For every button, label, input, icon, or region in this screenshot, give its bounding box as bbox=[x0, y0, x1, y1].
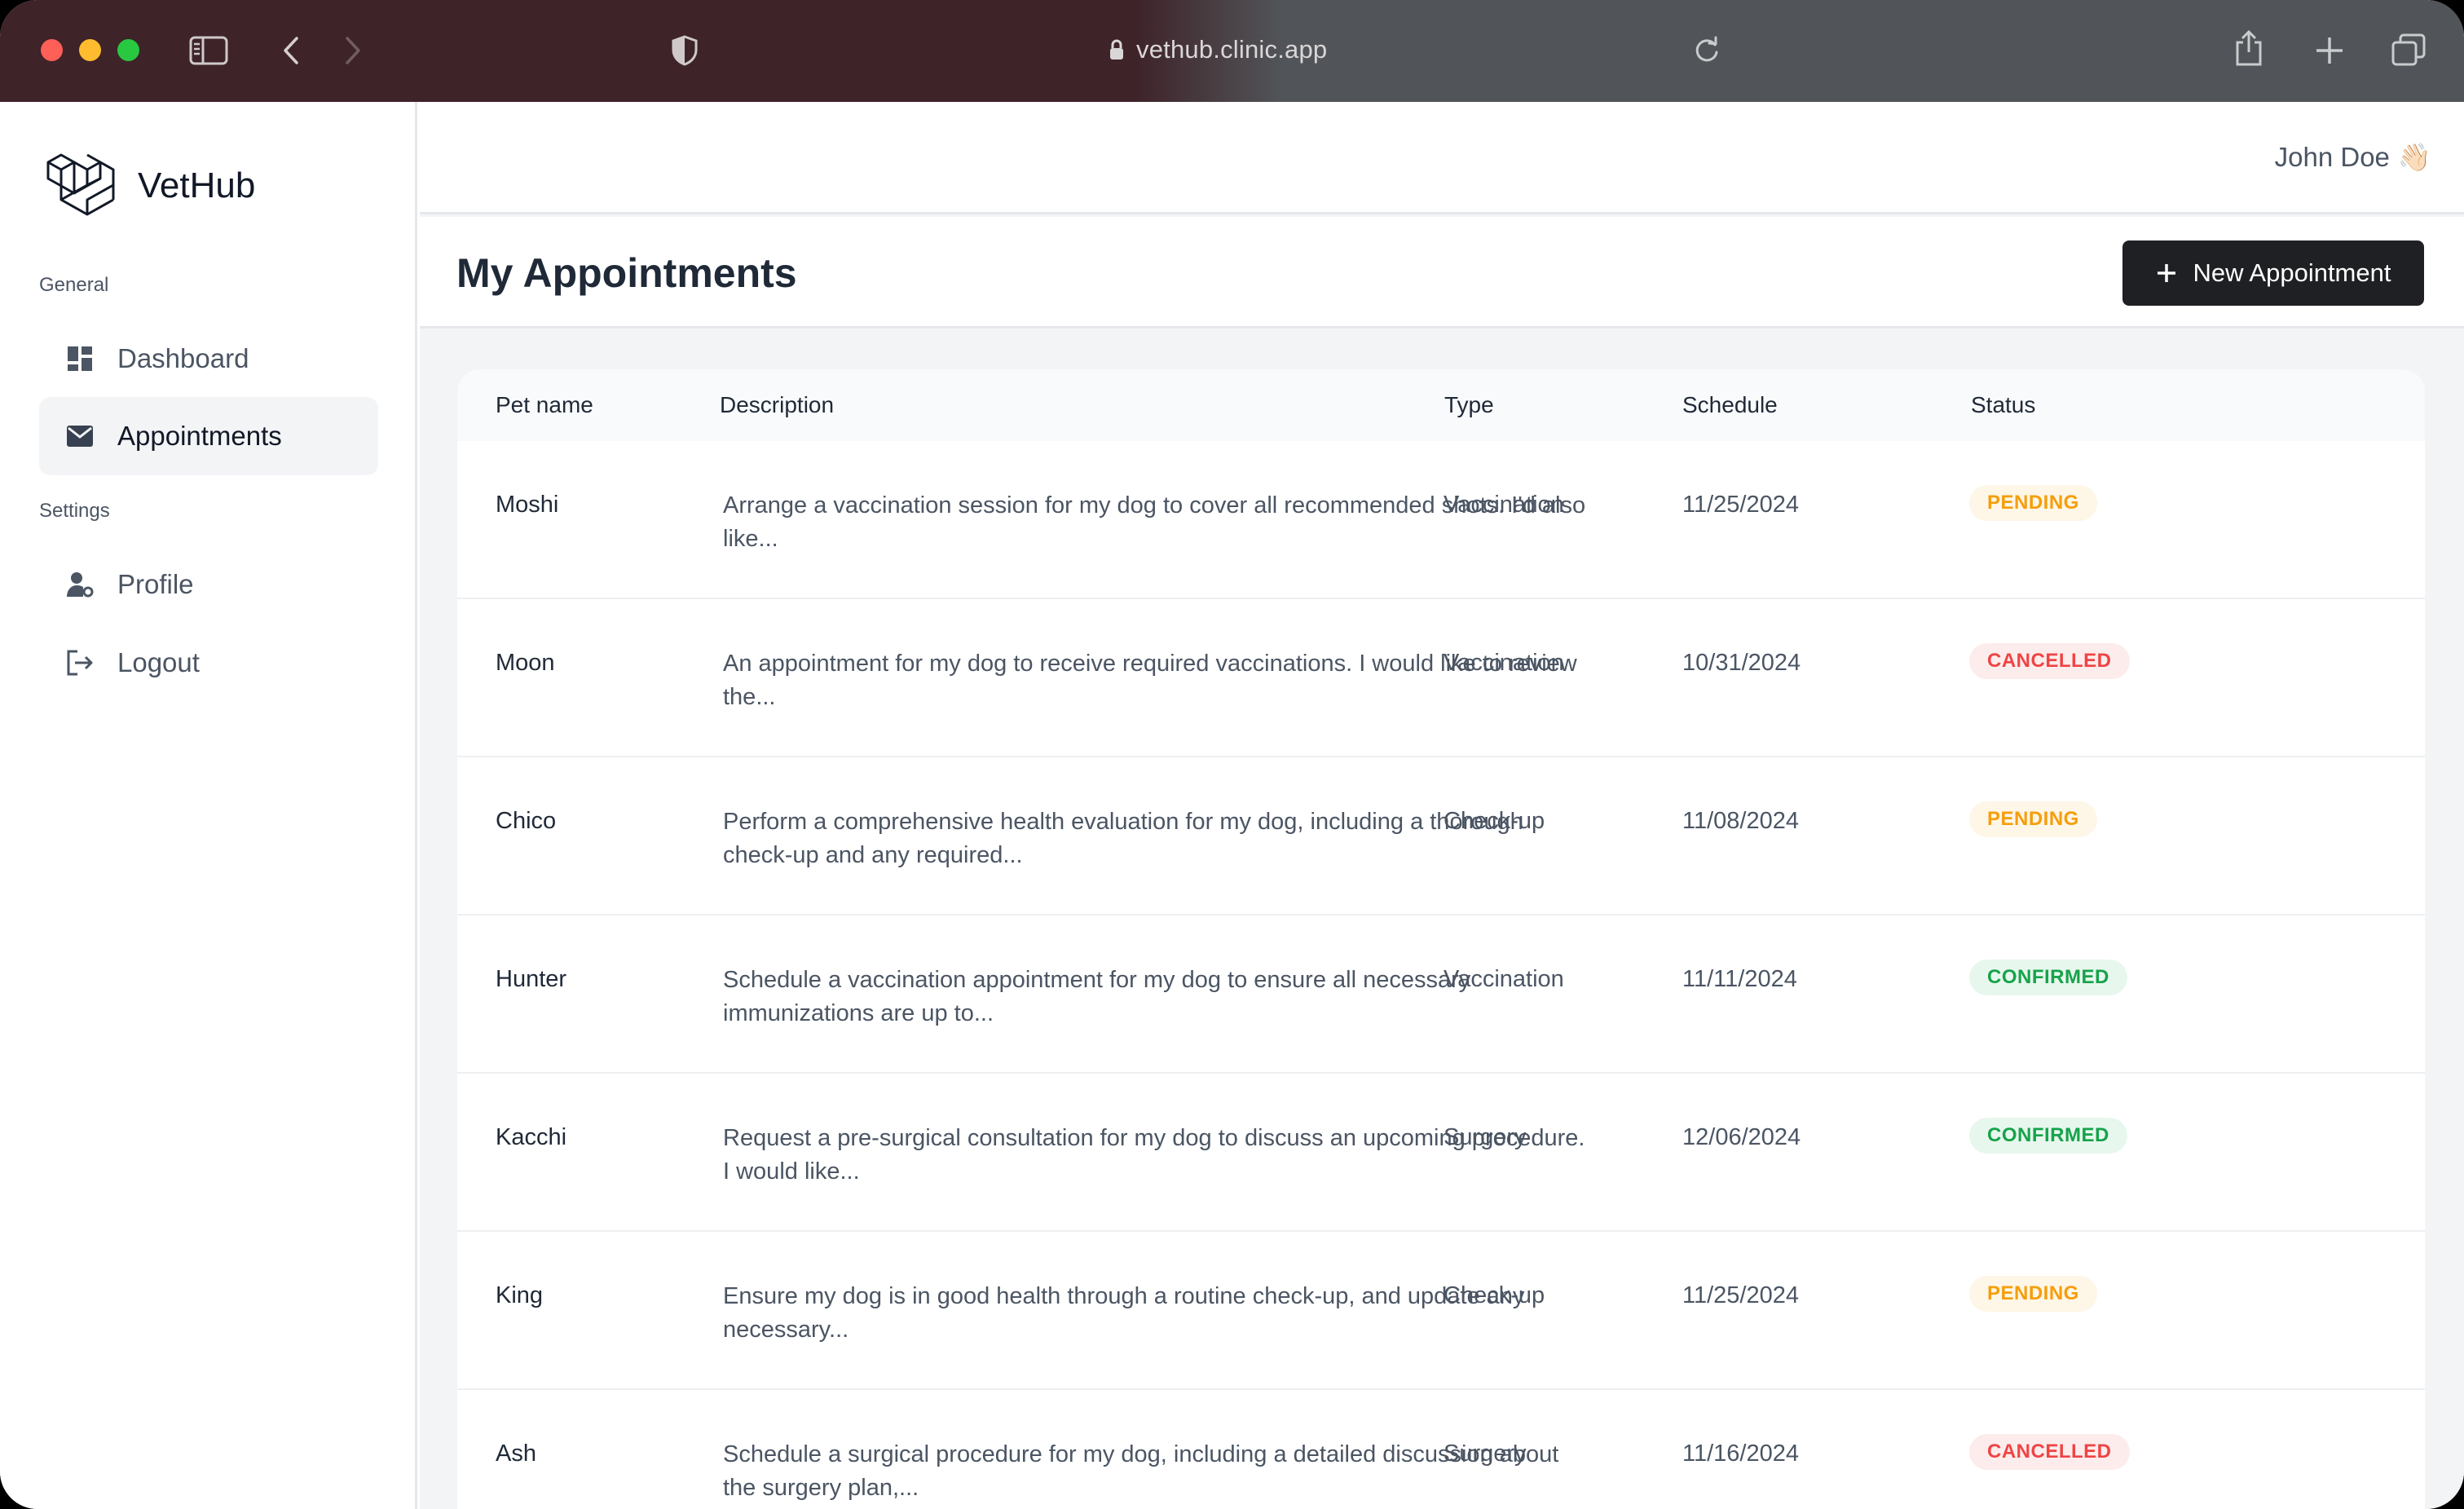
schedule-cell: 11/16/2024 bbox=[1682, 1441, 1799, 1467]
waving-hand-icon: 👋🏻 bbox=[2397, 141, 2431, 173]
sidebar-item-label: Logout bbox=[117, 647, 200, 677]
type-cell: Vaccination bbox=[1444, 650, 1564, 676]
logout-icon bbox=[65, 648, 95, 677]
new-tab-icon[interactable] bbox=[2315, 36, 2344, 65]
reload-icon[interactable] bbox=[1693, 36, 1721, 65]
share-icon[interactable] bbox=[2233, 29, 2264, 67]
new-appointment-label: New Appointment bbox=[2193, 258, 2391, 287]
pet-name-cell: Kacchi bbox=[496, 1124, 567, 1150]
sidebar-item-label: Profile bbox=[117, 569, 194, 599]
table-row[interactable]: King Ensure my dog is in good health thr… bbox=[457, 1232, 2425, 1390]
dashboard-icon bbox=[65, 344, 95, 373]
brand-name: VetHub bbox=[138, 165, 256, 205]
user-name: John Doe bbox=[2274, 142, 2390, 172]
pet-name-cell: Moon bbox=[496, 650, 555, 676]
pet-name-cell: King bbox=[496, 1282, 544, 1308]
lock-icon bbox=[1110, 39, 1123, 60]
sidebar-item-label: Dashboard bbox=[117, 343, 249, 373]
status-badge: CONFIRMED bbox=[1969, 1118, 2127, 1154]
table-row[interactable]: Hunter Schedule a vaccination appointmen… bbox=[457, 916, 2425, 1074]
table-row[interactable]: Moshi Arrange a vaccination session for … bbox=[457, 441, 2425, 599]
schedule-cell: 11/25/2024 bbox=[1682, 492, 1799, 518]
table-header: Pet name Description Type Schedule Statu… bbox=[457, 369, 2425, 441]
url-text: vethub.clinic.app bbox=[1136, 35, 1328, 64]
user-gear-icon bbox=[65, 570, 95, 599]
page-title: My Appointments bbox=[456, 250, 797, 296]
sidebar-item-label: Appointments bbox=[117, 421, 282, 451]
status-badge: PENDING bbox=[1969, 801, 2097, 837]
status-badge: PENDING bbox=[1969, 1276, 2097, 1312]
column-header-pet-name[interactable]: Pet name bbox=[496, 392, 593, 418]
minimize-window-button[interactable] bbox=[79, 39, 101, 61]
column-header-schedule[interactable]: Schedule bbox=[1682, 392, 1778, 418]
page-header: My Appointments New Appointment bbox=[420, 217, 2464, 329]
pet-name-cell: Hunter bbox=[496, 966, 567, 992]
type-cell: Surgery bbox=[1444, 1124, 1527, 1150]
new-appointment-button[interactable]: New Appointment bbox=[2122, 240, 2424, 306]
table-row[interactable]: Kacchi Request a pre-surgical consultati… bbox=[457, 1074, 2425, 1232]
type-cell: Check-up bbox=[1444, 1282, 1545, 1308]
table-row[interactable]: Moon An appointment for my dog to receiv… bbox=[457, 599, 2425, 757]
user-menu[interactable]: John Doe 👋🏻 bbox=[2275, 141, 2431, 174]
pet-name-cell: Chico bbox=[496, 808, 557, 834]
type-cell: Check-up bbox=[1444, 808, 1545, 834]
sidebar: VetHub General Dashboard Appointments Se… bbox=[0, 102, 417, 1509]
address-bar[interactable]: vethub.clinic.app bbox=[1109, 29, 1327, 70]
column-header-status[interactable]: Status bbox=[1971, 392, 2035, 418]
table-row[interactable]: Ash Schedule a surgical procedure for my… bbox=[457, 1390, 2425, 1509]
shield-icon[interactable] bbox=[670, 34, 699, 67]
pet-name-cell: Moshi bbox=[496, 492, 559, 518]
plus-icon bbox=[2157, 264, 2175, 282]
section-label-settings: Settings bbox=[39, 500, 110, 522]
appointments-table: Pet name Description Type Schedule Statu… bbox=[457, 369, 2425, 1509]
forward-arrow-icon[interactable] bbox=[344, 36, 362, 65]
column-header-description[interactable]: Description bbox=[720, 392, 834, 418]
main-content: John Doe 👋🏻 My Appointments New Appointm… bbox=[420, 102, 2464, 1509]
type-cell: Surgery bbox=[1444, 1441, 1527, 1467]
sidebar-toggle-icon[interactable] bbox=[189, 36, 228, 65]
type-cell: Vaccination bbox=[1444, 966, 1564, 992]
sidebar-item-logout[interactable]: Logout bbox=[39, 624, 378, 702]
status-badge: PENDING bbox=[1969, 485, 2097, 521]
sidebar-item-appointments[interactable]: Appointments bbox=[39, 397, 378, 475]
back-arrow-icon[interactable] bbox=[282, 36, 300, 65]
status-badge: CONFIRMED bbox=[1969, 960, 2127, 995]
top-bar: John Doe 👋🏻 bbox=[420, 102, 2464, 214]
status-badge: CANCELLED bbox=[1969, 643, 2130, 679]
browser-toolbar: vethub.clinic.app bbox=[0, 0, 2464, 102]
sidebar-item-dashboard[interactable]: Dashboard bbox=[39, 320, 378, 398]
zoom-window-button[interactable] bbox=[117, 39, 139, 61]
section-label-general: General bbox=[39, 274, 109, 296]
schedule-cell: 10/31/2024 bbox=[1682, 650, 1801, 676]
pet-name-cell: Ash bbox=[496, 1441, 536, 1467]
schedule-cell: 11/08/2024 bbox=[1682, 808, 1799, 834]
table-row[interactable]: Chico Perform a comprehensive health eva… bbox=[457, 757, 2425, 916]
brand[interactable]: VetHub bbox=[45, 151, 255, 221]
close-window-button[interactable] bbox=[41, 39, 63, 61]
schedule-cell: 11/11/2024 bbox=[1682, 966, 1797, 992]
status-badge: CANCELLED bbox=[1969, 1434, 2130, 1470]
laravel-logo-icon bbox=[46, 153, 115, 216]
schedule-cell: 12/06/2024 bbox=[1682, 1124, 1801, 1150]
sidebar-item-profile[interactable]: Profile bbox=[39, 545, 378, 624]
type-cell: Vaccination bbox=[1444, 492, 1564, 518]
schedule-cell: 11/25/2024 bbox=[1682, 1282, 1799, 1308]
browser-window: vethub.clinic.app VetHub General Dashboa… bbox=[0, 0, 2464, 1509]
column-header-type[interactable]: Type bbox=[1444, 392, 1494, 418]
envelope-icon bbox=[65, 421, 95, 451]
tab-overview-icon[interactable] bbox=[2391, 33, 2427, 67]
